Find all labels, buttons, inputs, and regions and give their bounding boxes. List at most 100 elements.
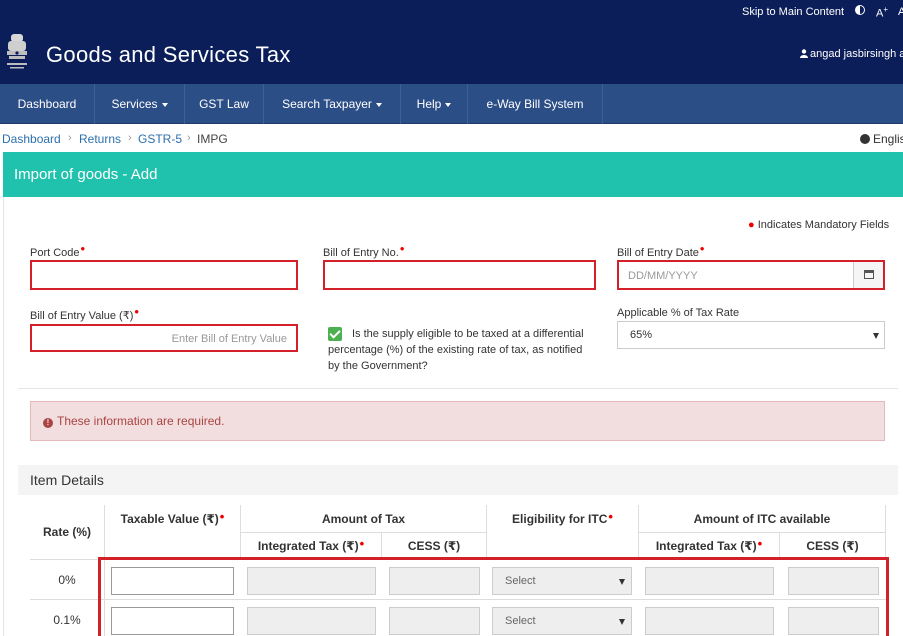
required-dot-icon: • <box>80 241 86 256</box>
top-utility-bar: Skip to Main Content A+ A <box>0 0 903 24</box>
error-alert-text: These information are required. <box>57 414 225 428</box>
dropdown-arrow-icon <box>873 333 879 339</box>
chevron-down-icon <box>161 102 168 107</box>
boe-no-input[interactable] <box>323 260 596 290</box>
nav-gst-law-label: GST Law <box>199 97 249 111</box>
eligibility-select-value: Select <box>505 575 536 587</box>
col-integrated-tax-header: Integrated Tax (₹) • <box>241 533 382 560</box>
itc-cess-input <box>788 607 879 635</box>
tax-rate-label: Applicable % of Tax Rate <box>617 307 740 319</box>
port-code-label-text: Port Code <box>30 247 80 259</box>
integrated-tax-input <box>247 607 376 635</box>
mandatory-dot-icon: ● <box>748 219 755 231</box>
eligibility-header-text: Eligibility for ITC <box>512 512 608 526</box>
eligibility-select[interactable]: Select <box>492 607 632 635</box>
nav-gst-law[interactable]: GST Law <box>185 84 264 124</box>
cess-input <box>389 567 480 595</box>
font-increase-button[interactable]: A+ <box>876 5 888 20</box>
boe-value-input[interactable]: Enter Bill of Entry Value <box>30 324 298 352</box>
page-title: Import of goods - Add <box>3 152 903 197</box>
itc-integrated-tax-header-text: Integrated Tax (₹) <box>655 539 757 553</box>
required-dot-icon: • <box>608 509 613 524</box>
col-rate-header: Rate (%) <box>30 505 105 560</box>
taxable-value-header-text: Taxable Value (₹) <box>120 512 219 526</box>
port-code-input[interactable] <box>30 260 298 290</box>
user-name: angad jasbirsingh a <box>810 48 903 60</box>
boe-no-label-text: Bill of Entry No. <box>323 247 399 259</box>
boe-date-label-text: Bill of Entry Date <box>617 247 699 259</box>
nav-search-taxpayer[interactable]: Search Taxpayer <box>264 84 401 124</box>
nav-help-label: Help <box>416 97 442 111</box>
nav-eway-bill[interactable]: e-Way Bill System <box>468 84 603 124</box>
nav-dashboard[interactable]: Dashboard <box>0 84 95 124</box>
item-details-heading: Item Details <box>18 465 898 495</box>
exclamation-icon: ! <box>43 418 53 428</box>
required-dot-icon: • <box>699 241 705 256</box>
site-header: Goods and Services Tax angad jasbirsingh… <box>0 24 903 84</box>
breadcrumb-returns[interactable]: Returns <box>79 132 121 146</box>
col-taxable-value-header: Taxable Value (₹) • <box>105 505 241 560</box>
integrated-tax-input <box>247 567 376 595</box>
col-eligibility-header: Eligibility for ITC • <box>487 505 639 560</box>
calendar-icon <box>864 270 874 279</box>
boe-value-label-text: Bill of Entry Value (₹) <box>30 310 134 322</box>
table-row-rate: 0% <box>30 560 105 600</box>
itc-integrated-tax-input <box>645 607 774 635</box>
nav-eway-bill-label: e-Way Bill System <box>486 97 584 111</box>
language-label: Englis <box>873 132 903 146</box>
date-picker-button[interactable] <box>853 262 883 288</box>
boe-no-label: Bill of Entry No.• <box>323 241 405 259</box>
boe-value-label: Bill of Entry Value (₹)• <box>30 304 139 322</box>
site-title[interactable]: Goods and Services Tax <box>46 42 291 68</box>
user-icon <box>800 49 808 58</box>
mandatory-note-text: Indicates Mandatory Fields <box>757 219 890 231</box>
mandatory-note: ● Indicates Mandatory Fields <box>748 219 889 231</box>
table-row-rate: 0.1% <box>30 600 105 636</box>
globe-icon <box>860 134 870 144</box>
nav-help[interactable]: Help <box>401 84 468 124</box>
tax-rate-select[interactable]: 65% <box>617 321 885 349</box>
font-decrease-button[interactable]: A <box>898 6 903 18</box>
dropdown-arrow-icon <box>619 579 625 585</box>
breadcrumb-current: IMPG <box>197 132 228 146</box>
port-code-label: Port Code• <box>30 241 86 259</box>
main-nav: Dashboard Services GST Law Search Taxpay… <box>0 84 903 124</box>
integrated-tax-header-text: Integrated Tax (₹) <box>257 539 359 553</box>
skip-to-main-link[interactable]: Skip to Main Content <box>742 6 844 18</box>
eligibility-select-value: Select <box>505 615 536 627</box>
breadcrumb-separator: › <box>128 132 132 144</box>
col-itc-integrated-tax-header: Integrated Tax (₹) • <box>639 533 780 560</box>
required-dot-icon: • <box>134 304 139 319</box>
nav-search-taxpayer-label: Search Taxpayer <box>282 97 372 111</box>
boe-date-placeholder: DD/MM/YYYY <box>628 270 698 282</box>
eligibility-select[interactable]: Select <box>492 567 632 595</box>
chevron-down-icon <box>375 102 382 107</box>
breadcrumb-gstr5[interactable]: GSTR-5 <box>138 132 182 146</box>
nav-dashboard-label: Dashboard <box>17 97 77 111</box>
national-emblem-icon <box>7 34 27 69</box>
nav-services[interactable]: Services <box>95 84 185 124</box>
itc-integrated-tax-input <box>645 567 774 595</box>
required-dot-icon: • <box>219 509 225 524</box>
breadcrumb: Dashboard › Returns › GSTR-5 › IMPG Engl… <box>0 124 903 152</box>
breadcrumb-separator: › <box>68 132 72 144</box>
breadcrumb-dashboard[interactable]: Dashboard <box>2 132 61 146</box>
col-itc-cess-header: CESS (₹) <box>780 533 886 560</box>
required-dot-icon: • <box>399 241 405 256</box>
nav-services-label: Services <box>111 97 158 111</box>
dropdown-arrow-icon <box>619 619 625 625</box>
breadcrumb-separator: › <box>187 132 191 144</box>
cess-input <box>389 607 480 635</box>
language-selector[interactable]: Englis <box>860 132 903 146</box>
taxable-value-input[interactable] <box>111 607 234 635</box>
required-dot-icon: • <box>757 535 763 551</box>
col-amount-of-tax-header: Amount of Tax <box>241 505 487 533</box>
contrast-icon[interactable] <box>855 5 865 15</box>
boe-date-input[interactable]: DD/MM/YYYY <box>617 260 885 290</box>
chevron-down-icon <box>445 102 452 107</box>
user-menu[interactable]: angad jasbirsingh a <box>800 48 903 60</box>
boe-date-label: Bill of Entry Date• <box>617 241 705 259</box>
tax-rate-value: 65% <box>630 329 653 341</box>
taxable-value-input[interactable] <box>111 567 234 595</box>
boe-value-placeholder: Enter Bill of Entry Value <box>171 333 287 345</box>
